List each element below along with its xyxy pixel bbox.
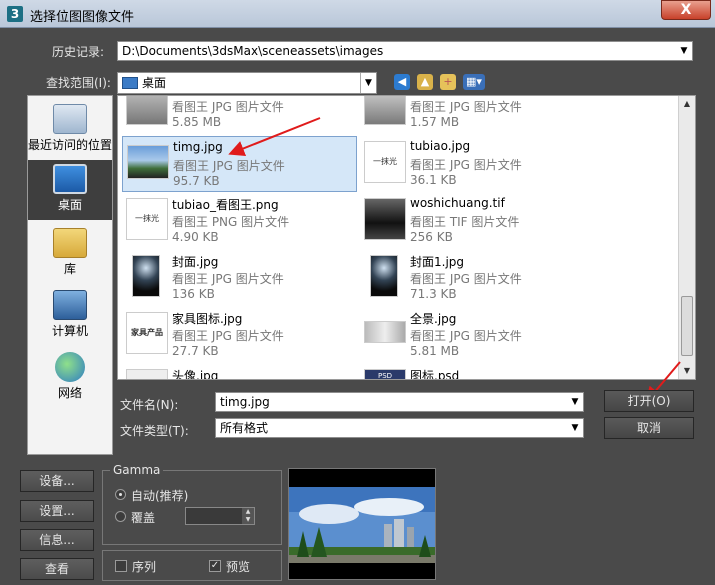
gamma-override-spinner[interactable]: ▲ ▼ [185,507,255,525]
filename-label: 文件名(N): [120,398,179,412]
sequence-checkbox[interactable] [115,560,127,572]
gamma-auto-label: 自动(推荐) [131,489,189,503]
filetype-select[interactable]: 所有格式 ▼ [215,418,584,438]
arrow-to-timg [228,117,321,156]
spin-down-icon[interactable]: ▼ [242,516,254,524]
open-button[interactable]: 打开(O) [604,390,694,412]
filetype-label: 文件类型(T): [120,424,189,438]
settings-button[interactable]: 设置... [20,500,94,522]
gamma-auto-radio[interactable] [115,489,126,500]
preview-image [289,469,435,579]
gamma-title: Gamma [110,463,164,477]
options-group [102,550,282,581]
filename-input[interactable]: timg.jpg ▼ [215,392,584,412]
filetype-value: 所有格式 [220,421,269,435]
cancel-button[interactable]: 取消 [604,417,694,439]
gamma-override-label: 覆盖 [131,511,156,525]
sequence-label: 序列 [132,560,157,574]
filename-value: timg.jpg [220,395,270,409]
image-preview [288,468,436,580]
spin-up-icon[interactable]: ▲ [242,508,254,516]
preview-checkbox[interactable]: ✓ [209,560,221,572]
info-button[interactable]: 信息... [20,529,94,551]
setup-button[interactable]: 设备... [20,470,94,492]
view-button[interactable]: 查看 [20,558,94,580]
chevron-down-icon[interactable]: ▼ [567,393,583,411]
gamma-override-radio[interactable] [115,511,126,522]
chevron-down-icon[interactable]: ▼ [567,419,583,437]
preview-label: 预览 [226,560,251,574]
